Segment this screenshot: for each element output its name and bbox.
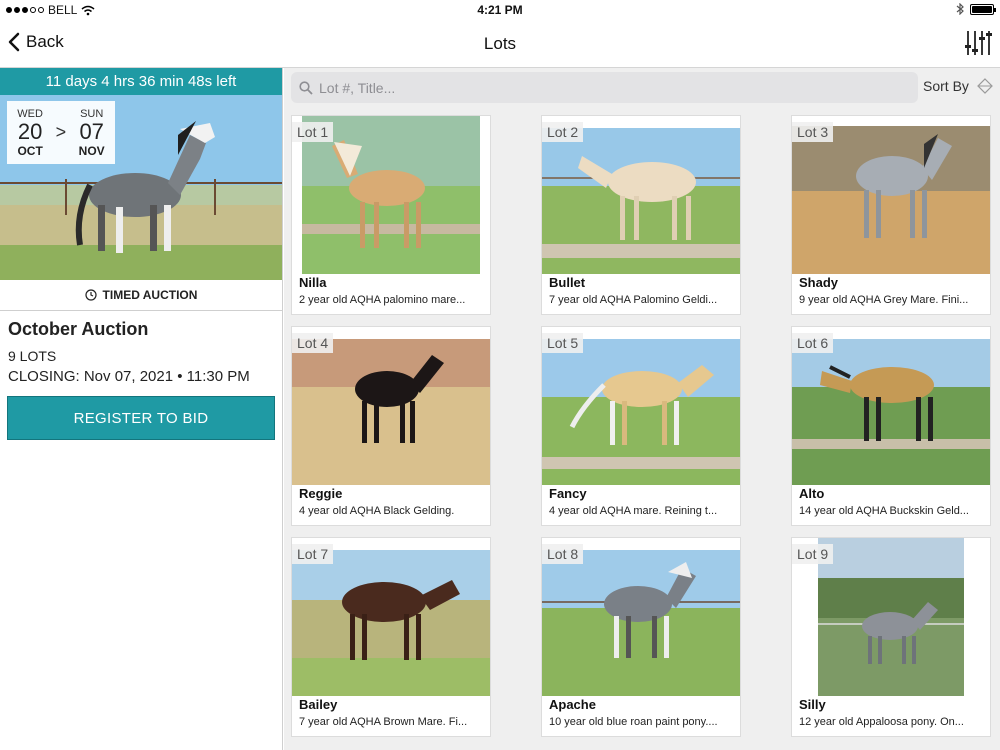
lot-description: 2 year old AQHA palomino mare... xyxy=(299,294,466,306)
start-date: WED 20 OCT xyxy=(17,108,43,158)
lot-number: Lot 3 xyxy=(792,122,834,142)
lot-name: Silly xyxy=(799,697,826,712)
lot-card[interactable]: Lot 8 Apache 10 year old blue roan paint… xyxy=(541,537,741,737)
start-dow: WED xyxy=(17,107,43,120)
lot-number: Lot 6 xyxy=(792,333,834,353)
auction-panel: 11 days 4 hrs 36 min 48s left WED 20 OCT… xyxy=(0,68,283,750)
lot-card[interactable]: Lot 9 Silly 12 year old Appaloosa pony. … xyxy=(791,537,991,737)
lot-name: Nilla xyxy=(299,275,327,290)
battery-icon xyxy=(970,3,996,15)
lot-description: 12 year old Appaloosa pony. On... xyxy=(799,716,964,728)
end-dow: SUN xyxy=(80,107,104,120)
sort-diamond-icon xyxy=(977,78,993,94)
lot-description: 14 year old AQHA Buckskin Geld... xyxy=(799,505,969,517)
lot-description: 9 year old AQHA Grey Mare. Fini... xyxy=(799,294,969,306)
lot-name: Bailey xyxy=(299,697,338,712)
lot-count: 9 LOTS xyxy=(8,348,57,364)
page-title: Lots xyxy=(483,34,517,53)
start-day: 20 xyxy=(17,118,43,144)
search-bar[interactable]: Lot #, Title... xyxy=(291,72,918,103)
lot-name: Alto xyxy=(799,486,825,501)
auction-type-label: TIMED AUCTION xyxy=(102,288,198,302)
sliders-icon[interactable] xyxy=(964,28,992,58)
auction-type: TIMED AUCTION xyxy=(0,280,282,311)
lot-name: Fancy xyxy=(549,486,587,501)
nav-bar: Back Lots xyxy=(0,20,1000,68)
bluetooth-icon xyxy=(956,3,964,15)
lot-description: 7 year old AQHA Brown Mare. Fi... xyxy=(299,716,468,728)
lot-number: Lot 8 xyxy=(542,544,584,564)
register-to-bid-button[interactable]: REGISTER TO BID xyxy=(7,396,275,440)
lot-card[interactable]: Lot 5 Fancy 4 year old AQHA mare. Reinin… xyxy=(541,326,741,526)
status-right xyxy=(956,3,996,15)
auction-hero-image: WED 20 OCT > SUN 07 NOV xyxy=(0,95,282,280)
auction-title: October Auction xyxy=(8,319,149,339)
search-icon xyxy=(299,80,313,95)
closing-time: CLOSING: Nov 07, 2021 • 11:30 PM xyxy=(8,368,250,385)
sort-by-button[interactable]: Sort By xyxy=(923,78,993,94)
lot-number: Lot 2 xyxy=(542,122,584,142)
start-month: OCT xyxy=(17,143,43,158)
app-root: BELL 4:21 PM Back Lots 11 days 4 hrs 36 … xyxy=(0,0,1000,750)
lot-number: Lot 7 xyxy=(292,544,334,564)
date-separator: > xyxy=(55,122,67,142)
end-date: SUN 07 NOV xyxy=(79,108,105,158)
sort-label: Sort By xyxy=(923,78,969,94)
lot-name: Apache xyxy=(549,697,596,712)
lot-description: 4 year old AQHA mare. Reining t... xyxy=(549,505,718,517)
lot-card[interactable]: Lot 6 Alto 14 year old AQHA Buckskin Gel… xyxy=(791,326,991,526)
lot-card[interactable]: Lot 7 Bailey 7 year old AQHA Brown Mare.… xyxy=(291,537,491,737)
lot-card[interactable]: Lot 3 Shady 9 year old AQHA Grey Mare. F… xyxy=(791,115,991,315)
lot-description: 4 year old AQHA Black Gelding. xyxy=(299,505,455,517)
end-month: NOV xyxy=(78,143,105,158)
lot-card[interactable]: Lot 4 Reggie 4 year old AQHA Black Geldi… xyxy=(291,326,491,526)
status-bar: BELL 4:21 PM xyxy=(0,0,1000,20)
lot-card[interactable]: Lot 1 Nilla 2 year old AQHA palomino mar… xyxy=(291,115,491,315)
lot-name: Reggie xyxy=(299,486,343,501)
lots-panel: Lot #, Title... Sort By Lot 1 Nilla 2 ye… xyxy=(284,68,1000,750)
lot-number: Lot 1 xyxy=(292,122,334,142)
lot-name: Bullet xyxy=(549,275,586,290)
lot-description: 10 year old blue roan paint pony.... xyxy=(549,716,718,728)
lot-description: 7 year old AQHA Palomino Geldi... xyxy=(549,294,718,306)
countdown-banner: 11 days 4 hrs 36 min 48s left xyxy=(0,68,282,95)
lot-number: Lot 9 xyxy=(792,544,834,564)
lot-card[interactable]: Lot 2 Bullet 7 year old AQHA Palomino Ge… xyxy=(541,115,741,315)
search-placeholder: Lot #, Title... xyxy=(319,79,396,96)
clock-icon xyxy=(84,289,97,301)
lot-number: Lot 4 xyxy=(292,333,334,353)
end-day: 07 xyxy=(79,118,104,144)
auction-date-range: WED 20 OCT > SUN 07 NOV xyxy=(7,101,115,164)
lot-name: Shady xyxy=(799,275,839,290)
status-time: 4:21 PM xyxy=(477,3,523,17)
lot-number: Lot 5 xyxy=(542,333,584,353)
